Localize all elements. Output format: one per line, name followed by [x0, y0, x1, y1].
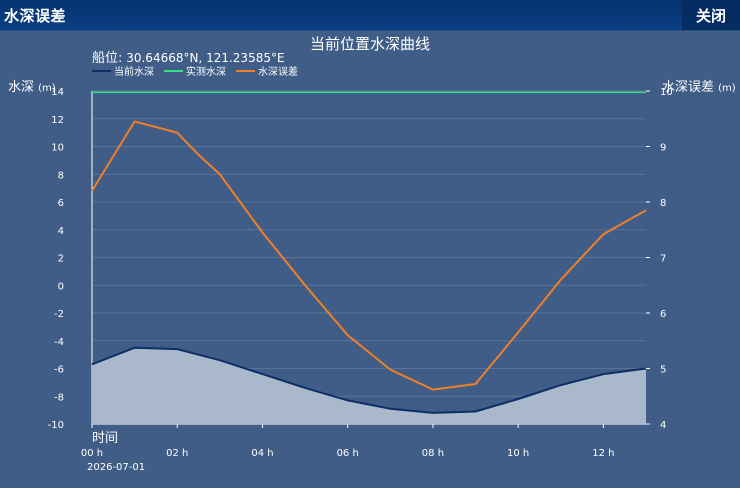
left-tick-label: -6 [54, 365, 64, 376]
left-tick-label: -8 [54, 392, 64, 403]
right-tick-label: 10 [660, 87, 673, 98]
depth-chart: -10 -8 -6 -4 -2 0 2 4 6 8 10 12 14 4 5 6 7 8 9 10 00 h 02 h 04… [48, 87, 673, 473]
x-axis-title: 时间 [92, 431, 118, 446]
x-tick-label: 08 h [422, 448, 444, 459]
left-tick-label: -10 [48, 420, 64, 431]
left-tick-label: 8 [58, 170, 64, 181]
left-tick-label: -2 [54, 309, 64, 320]
x-tick-label: 04 h [251, 448, 273, 459]
x-tick-label: 02 h [166, 448, 188, 459]
right-tick-label: 8 [660, 198, 666, 209]
right-tick-label: 5 [660, 365, 666, 376]
left-tick-label: 4 [58, 226, 64, 237]
right-tick-label: 9 [660, 143, 666, 154]
x-tick-label: 06 h [337, 448, 359, 459]
x-tick-label: 00 h [81, 448, 103, 459]
x-tick-label: 10 h [507, 448, 529, 459]
left-tick-label: -4 [54, 337, 64, 348]
right-tick-label: 7 [660, 254, 666, 265]
right-tick-label: 4 [660, 420, 666, 431]
right-tick-label: 6 [660, 309, 666, 320]
current-depth-area [92, 347, 646, 424]
left-tick-label: 14 [51, 87, 64, 98]
left-tick-label: 2 [58, 254, 64, 265]
x-axis-date: 2026-07-01 [87, 462, 145, 473]
left-tick-label: 6 [58, 198, 64, 209]
left-tick-label: 0 [58, 281, 64, 292]
left-tick-label: 10 [51, 143, 64, 154]
x-tick-label: 12 h [592, 448, 614, 459]
left-tick-label: 12 [51, 115, 64, 126]
